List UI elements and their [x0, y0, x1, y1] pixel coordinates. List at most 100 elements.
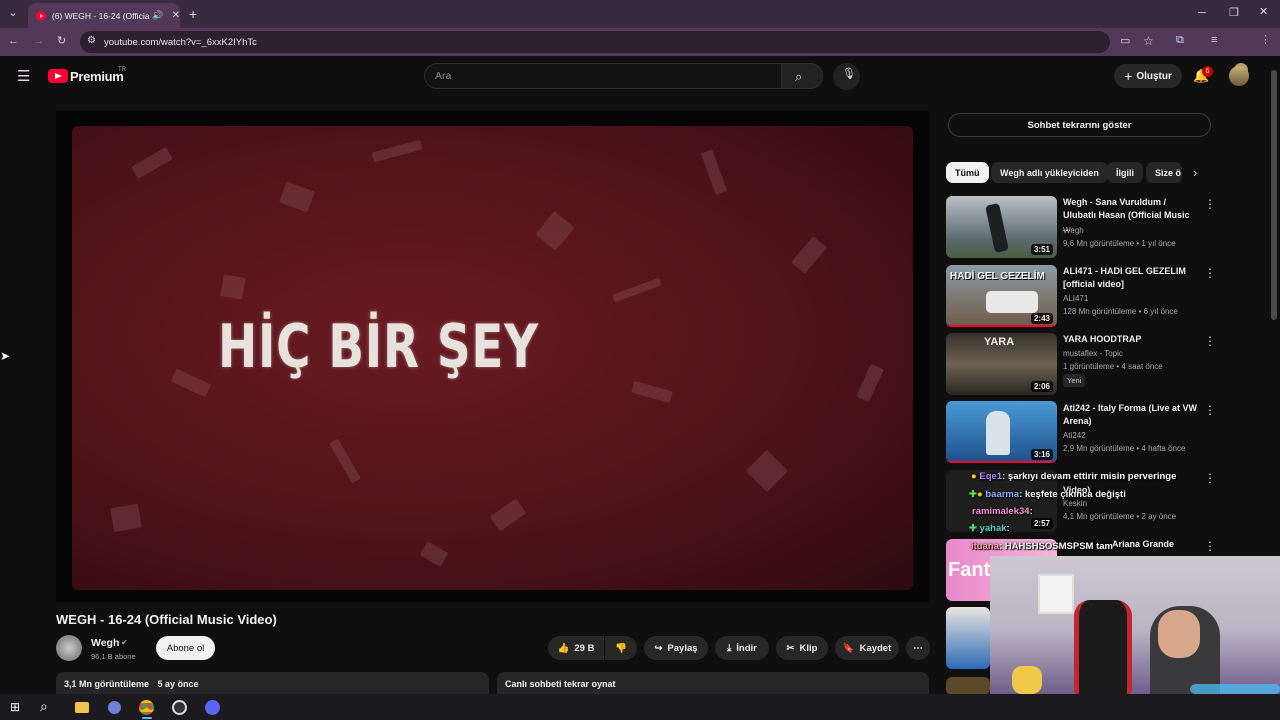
youtube-logo-icon[interactable] — [48, 69, 68, 83]
reload-icon[interactable]: ↻ — [57, 36, 66, 47]
related-meta: 1 görüntüleme • 4 saat önce — [1063, 362, 1163, 371]
related-title[interactable]: ALI471 - HADI GEL GEZELIM [official vide… — [1063, 265, 1199, 291]
related-menu-icon[interactable]: ⋮ — [1204, 471, 1216, 485]
page-scrollbar[interactable] — [1271, 70, 1277, 320]
webcam-light-strip — [1190, 684, 1280, 694]
related-menu-icon[interactable]: ⋮ — [1204, 403, 1216, 417]
related-thumbnail[interactable]: YARA 2:06 — [946, 333, 1057, 395]
related-thumbnail[interactable]: HADİ GEL GEZELİM 2:43 — [946, 265, 1057, 327]
clip-button[interactable]: ✂ Klip — [776, 636, 828, 660]
hamburger-menu-icon[interactable]: ☰ — [17, 69, 30, 84]
chips-next-icon[interactable]: › — [1193, 166, 1197, 179]
search-placeholder: Ara — [435, 70, 452, 82]
back-icon[interactable]: ← — [8, 36, 19, 47]
video-duration: 3:51 — [1030, 244, 1053, 255]
chat-message: ● Eqe1: şarkıyı devam ettirir misin perv… — [971, 471, 1177, 482]
url-field[interactable]: ⚙ youtube.com/watch?v=_6xxK2IYhTc — [80, 31, 1110, 53]
download-button[interactable]: ⤓ İndir — [715, 636, 769, 660]
app-icon[interactable] — [205, 700, 220, 715]
confetti-shape — [279, 181, 315, 213]
related-menu-icon[interactable]: ⋮ — [1204, 266, 1216, 280]
save-button[interactable]: 🔖 Kaydet — [835, 636, 899, 660]
bookmark-star-icon[interactable]: ☆ — [1143, 35, 1154, 47]
confetti-shape — [700, 149, 728, 195]
subscribe-label: Abone ol — [166, 642, 205, 654]
windows-start-icon[interactable]: ⊞ — [10, 701, 20, 713]
related-title[interactable]: Ati242 - Italy Forma (Live at VW Arena) — [1063, 402, 1199, 428]
close-window-icon[interactable]: ✕ — [1259, 7, 1268, 18]
related-channel[interactable]: ALI471 — [1063, 294, 1088, 303]
restore-icon[interactable]: ❐ — [1229, 8, 1239, 19]
show-chat-replay-button[interactable]: Sohbet tekrarını göster — [948, 113, 1211, 137]
thumbnail-text: Fant — [948, 559, 991, 581]
cast-icon[interactable]: ▭ — [1120, 36, 1130, 47]
chip-related[interactable]: İlgili — [1107, 162, 1143, 183]
related-thumbnail[interactable] — [946, 677, 990, 695]
related-thumbnail[interactable]: 3:51 — [946, 196, 1057, 258]
like-button[interactable]: 👍 29 B — [548, 636, 604, 660]
account-avatar[interactable] — [1229, 66, 1249, 86]
chat-message: ramimalek34: — [972, 506, 1033, 517]
app-icon[interactable] — [108, 701, 121, 714]
voice-search-button[interactable]: 🎙 — [833, 63, 860, 90]
logo-text[interactable]: Premium — [70, 69, 124, 84]
share-label: Paylaş — [667, 642, 698, 654]
related-menu-icon[interactable]: ⋮ — [1204, 539, 1216, 553]
related-menu-icon[interactable]: ⋮ — [1204, 334, 1216, 348]
replay-chat-box[interactable]: Canlı sohbeti tekrar oynat — [497, 672, 929, 696]
dislike-button[interactable]: 👎 — [605, 636, 637, 660]
chat-user: ituana — [971, 541, 999, 552]
close-tab-icon[interactable]: ✕ — [172, 10, 180, 21]
browser-tab[interactable]: (6) WEGH - 16-24 (Official M... 🔊 ✕ — [28, 3, 180, 28]
audio-icon[interactable]: 🔊 — [152, 11, 163, 20]
related-channel[interactable]: mustaflex - Topic — [1063, 349, 1123, 358]
chip-for-you[interactable]: Size ö — [1146, 162, 1182, 183]
create-button[interactable]: + Oluştur — [1114, 64, 1182, 88]
new-tab-icon[interactable]: + — [189, 7, 197, 21]
related-channel[interactable]: Wegh — [1063, 226, 1084, 235]
url-text: youtube.com/watch?v=_6xxK2IYhTc — [104, 36, 257, 48]
confetti-shape — [220, 274, 246, 300]
tab-search-icon[interactable]: ⌄ — [7, 8, 19, 19]
microphone-icon: 🎙 — [842, 68, 856, 80]
file-explorer-icon[interactable] — [75, 702, 89, 713]
related-title[interactable]: YARA HOODTRAP — [1063, 333, 1199, 346]
site-info-icon[interactable]: ⚙ — [87, 36, 96, 46]
related-menu-icon[interactable]: ⋮ — [1204, 197, 1216, 211]
confetti-shape — [856, 363, 884, 403]
chip-all[interactable]: Tümü — [946, 162, 989, 183]
verified-icon: ✔ — [121, 638, 128, 647]
chip-from-uploader[interactable]: Wegh adlı yükleyiciden — [991, 162, 1108, 183]
replay-chat-label: Canlı sohbeti tekrar oynat — [505, 679, 616, 689]
chrome-icon[interactable] — [139, 700, 154, 715]
channel-name[interactable]: Wegh — [91, 637, 119, 649]
search-input[interactable]: Ara — [424, 63, 782, 89]
chat-message: ✚ yahak: — [969, 523, 1010, 534]
browser-address-bar: ← → ↻ ⚙ youtube.com/watch?v=_6xxK2IYhTc … — [0, 28, 1280, 77]
related-title[interactable]: Ariana Grande — [1112, 538, 1202, 551]
minimize-icon[interactable]: ─ — [1198, 8, 1206, 19]
thumbnail-text: HADİ GEL GEZELİM — [950, 271, 1045, 282]
search-button[interactable]: ⌕ — [781, 63, 823, 89]
related-channel[interactable]: Ati242 — [1063, 431, 1086, 440]
forward-icon[interactable]: → — [33, 36, 44, 47]
subscribe-button[interactable]: Abone ol — [156, 636, 215, 660]
share-button[interactable]: ↪ Paylaş — [644, 636, 708, 660]
related-meta: 9,6 Mn görüntüleme • 1 yıl önce — [1063, 239, 1176, 248]
show-chat-label: Sohbet tekrarını göster — [1027, 119, 1132, 131]
channel-avatar[interactable] — [56, 635, 82, 661]
extensions-icon[interactable]: ⧉ — [1176, 35, 1184, 46]
related-thumbnail[interactable]: 3:16 — [946, 401, 1057, 463]
watched-progress-bar — [946, 325, 1057, 327]
confetti-shape — [419, 541, 449, 567]
related-thumbnail[interactable] — [946, 607, 990, 669]
watched-progress-bar — [946, 461, 1057, 463]
browser-menu-icon[interactable]: ⋮ — [1260, 35, 1271, 46]
video-duration: 2:57 — [1030, 518, 1053, 529]
more-actions-button[interactable]: ⋯ — [906, 636, 930, 660]
app-icon[interactable] — [172, 700, 187, 715]
description-box[interactable]: 3,1 Mn görüntüleme 5 ay önce — [56, 672, 489, 696]
taskbar-search-icon[interactable]: ⌕ — [40, 699, 48, 713]
related-channel[interactable]: Keskin — [1063, 499, 1087, 508]
media-icon[interactable]: ≡ — [1211, 35, 1217, 46]
